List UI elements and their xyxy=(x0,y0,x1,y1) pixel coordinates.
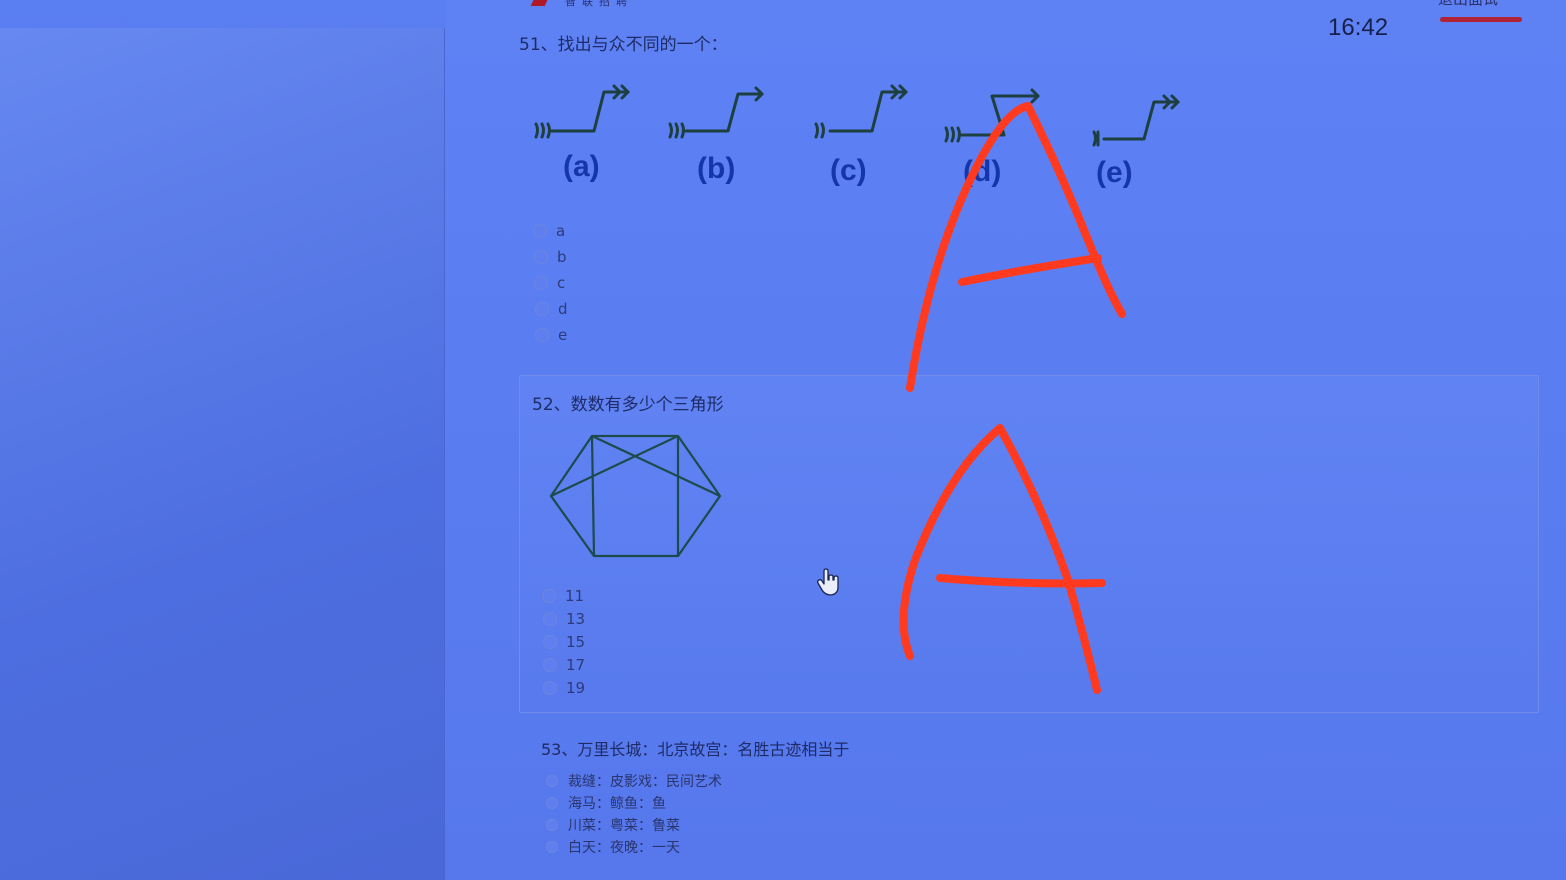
q51-option-b[interactable]: b xyxy=(534,248,567,266)
radio-button[interactable] xyxy=(546,797,558,809)
figure-label-a: (a) xyxy=(563,150,600,183)
q51-option-c[interactable]: c xyxy=(534,274,565,292)
q53-option-1[interactable]: 裁缝：皮影戏：民间艺术 xyxy=(546,771,722,791)
q51-option-a[interactable]: a xyxy=(533,222,565,240)
left-sidebar-panel xyxy=(0,28,445,880)
hand-cursor-icon xyxy=(817,568,839,596)
question-53-title: 53、万里长城：北京故宫：名胜古迹相当于 xyxy=(541,740,850,759)
logo-text: 智联招聘 xyxy=(565,0,633,8)
q52-option-11[interactable]: 11 xyxy=(542,587,584,605)
radio-button[interactable] xyxy=(535,328,549,342)
hexagon-triangles-figure xyxy=(549,434,722,558)
radio-button[interactable] xyxy=(546,775,558,787)
radio-button[interactable] xyxy=(534,250,548,264)
figure-c-arrow-icon xyxy=(814,84,908,139)
q51-option-d[interactable]: d xyxy=(535,300,568,318)
figure-label-b: (b) xyxy=(697,152,736,185)
q51-option-e[interactable]: e xyxy=(535,326,567,344)
figure-label-c: (c) xyxy=(830,154,867,187)
radio-button[interactable] xyxy=(543,635,557,649)
radio-button[interactable] xyxy=(534,276,548,290)
q53-option-3[interactable]: 川菜：粤菜：鲁菜 xyxy=(546,815,680,835)
radio-button[interactable] xyxy=(535,302,549,316)
question-51-title: 51、找出与众不同的一个： xyxy=(519,35,728,55)
radio-button[interactable] xyxy=(546,841,558,853)
radio-button[interactable] xyxy=(533,224,547,238)
countdown-clock: 16:42 xyxy=(1328,14,1389,41)
question-52-title: 52、数数有多少个三角形 xyxy=(532,395,724,415)
q53-option-4[interactable]: 白天：夜晚：一天 xyxy=(546,837,680,857)
q52-option-17[interactable]: 17 xyxy=(543,656,585,674)
figure-a-arrow-icon xyxy=(534,84,630,139)
question-51-figures xyxy=(534,84,1180,147)
figure-d-arrow-icon xyxy=(944,88,1040,143)
brand-logo: 智联招聘 xyxy=(530,0,693,8)
figure-label-d: (d) xyxy=(963,155,1002,188)
exit-interview-button[interactable]: 退出面试 xyxy=(1438,0,1538,8)
logo-mark-icon xyxy=(530,0,550,6)
q53-option-2[interactable]: 海马：鲸鱼：鱼 xyxy=(546,793,666,813)
q52-option-13[interactable]: 13 xyxy=(543,610,585,628)
figure-b-arrow-icon xyxy=(668,86,764,139)
radio-button[interactable] xyxy=(543,612,557,626)
radio-button[interactable] xyxy=(542,589,556,603)
exit-button-underline xyxy=(1440,17,1522,22)
figure-e-arrow-icon xyxy=(1092,94,1180,147)
radio-button[interactable] xyxy=(543,681,557,695)
q52-option-15[interactable]: 15 xyxy=(543,633,585,651)
radio-button[interactable] xyxy=(543,658,557,672)
figure-label-e: (e) xyxy=(1096,156,1133,189)
radio-button[interactable] xyxy=(546,819,558,831)
q52-option-19[interactable]: 19 xyxy=(543,679,585,697)
